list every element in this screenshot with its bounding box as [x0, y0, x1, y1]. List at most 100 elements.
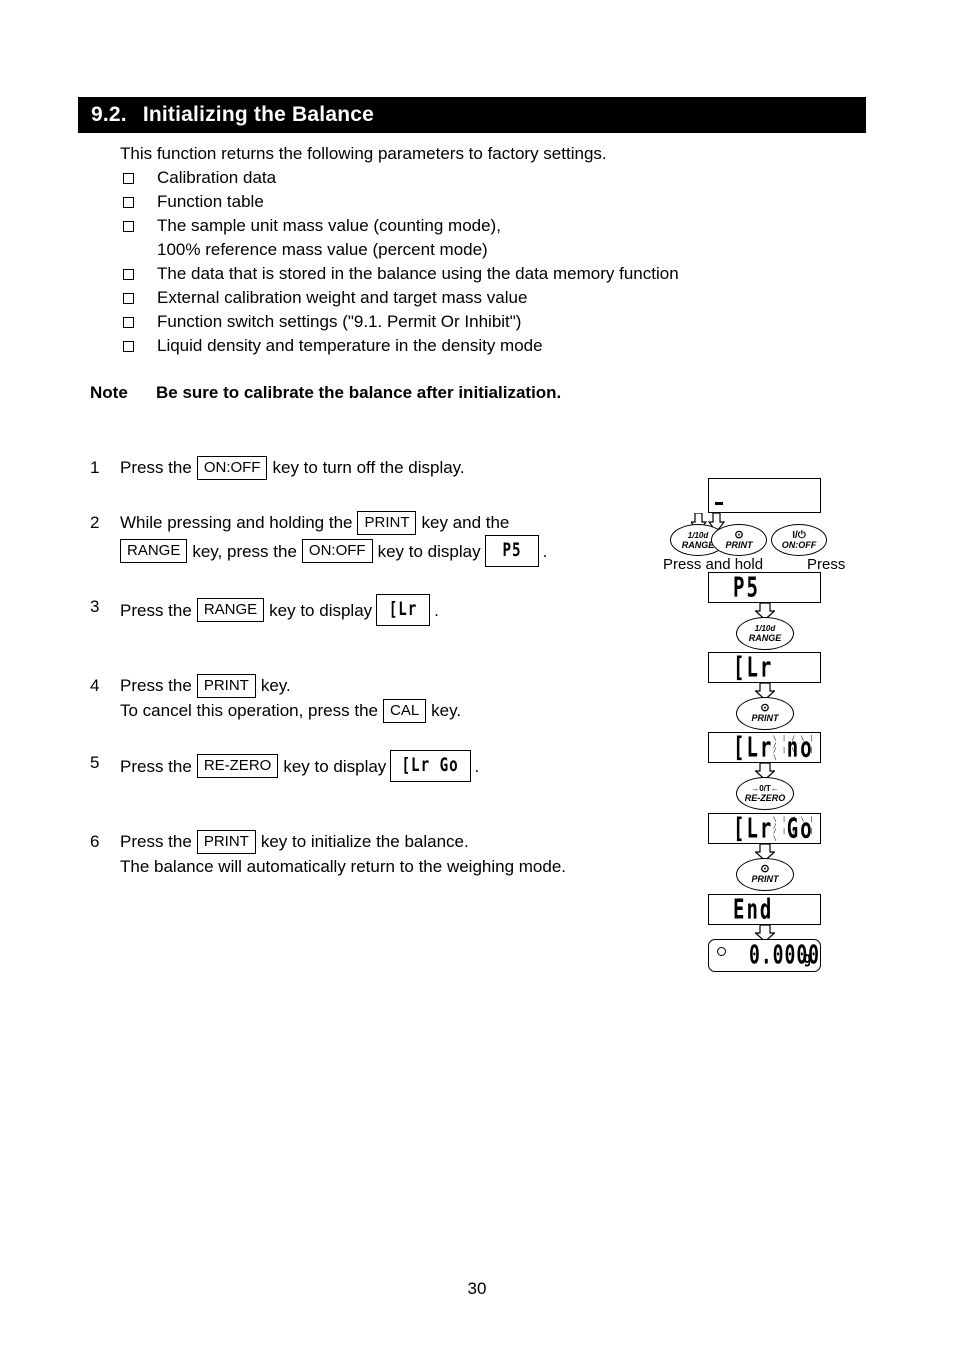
key-range[interactable]: RANGE	[196, 598, 265, 622]
step-text: key to turn off the display.	[272, 458, 465, 477]
section-header-bar: 9.2. Initializing the Balance	[78, 97, 866, 133]
list-item: Function switch settings ("9.1. Permit O…	[123, 310, 679, 334]
square-bullet-icon	[123, 221, 134, 232]
list-item-label: The data that is stored in the balance u…	[157, 264, 679, 283]
key-print-label: PRINT	[725, 539, 753, 550]
page-number: 30	[467, 1279, 487, 1298]
caption-press: Press	[807, 556, 846, 573]
display-panel-ps: P5	[708, 572, 821, 603]
display-panel-end: End	[708, 894, 821, 925]
stable-indicator-icon	[717, 947, 726, 956]
step-text: key, press the	[192, 541, 297, 561]
step-text: .	[434, 600, 439, 620]
display-panel-off	[708, 478, 821, 513]
key-rezero[interactable]: →0/T← RE-ZERO	[736, 777, 794, 810]
step-6: 6 Press the PRINT key to initialize the …	[90, 829, 670, 879]
key-onoff[interactable]: ON:OFF	[196, 455, 268, 480]
key-print[interactable]: ⊙ PRINT	[736, 858, 794, 891]
key-onoff-label: ON:OFF	[781, 539, 817, 550]
square-bullet-icon	[123, 341, 134, 352]
procedure-steps: 1 Press the ON:OFF key to turn off the d…	[90, 455, 670, 896]
key-print[interactable]: PRINT	[196, 829, 256, 854]
print-icon: ⊙	[760, 863, 770, 875]
print-icon: ⊙	[760, 702, 770, 714]
display-readout-ps: P5	[484, 535, 539, 567]
power-icon: I/⏻	[792, 529, 806, 541]
key-rezero[interactable]: RE-ZERO	[196, 754, 279, 778]
step-5: 5 Press the RE-ZERO key to display [Lr G…	[90, 750, 670, 782]
list-item-label: Function table	[157, 192, 264, 211]
step-text: Press the	[120, 832, 192, 851]
key-print-label: PRINT	[751, 713, 779, 723]
display-value: P5	[733, 571, 760, 604]
key-range-label: RANGE	[681, 539, 715, 550]
section-number: 9.2.	[91, 103, 127, 126]
intro-paragraph: This function returns the following para…	[120, 144, 607, 163]
step-2: 2 While pressing and holding the PRINT k…	[90, 510, 670, 567]
list-item: The data that is stored in the balance u…	[123, 262, 679, 286]
list-item: Calibration data	[123, 166, 679, 190]
step-text: While pressing and holding the	[120, 513, 353, 532]
key-print[interactable]: PRINT	[357, 510, 417, 535]
step-text: key.	[431, 701, 462, 720]
list-item: Function table	[123, 190, 679, 214]
list-item-label: External calibration weight and target m…	[157, 288, 528, 307]
note-text: Be sure to calibrate the balance after i…	[156, 383, 562, 402]
step-number: 6	[90, 832, 100, 851]
key-print[interactable]: ⊙ PRINT	[736, 697, 794, 730]
step-4: 4 Press the PRINT key. To cancel this op…	[90, 673, 670, 723]
document-page: 9.2. Initializing the Balance This funct…	[0, 0, 954, 1350]
square-bullet-icon	[123, 269, 134, 280]
key-print-label: PRINT	[751, 874, 779, 884]
display-unit: g	[803, 948, 811, 968]
list-item-line2: 100% reference mass value (percent mode)	[157, 240, 488, 259]
key-print[interactable]: ⊙ PRINT	[711, 524, 767, 556]
key-cal[interactable]: CAL	[382, 698, 427, 723]
step-text: Press the	[120, 756, 192, 776]
blink-indicator-icon: / | \ / | \	[773, 747, 815, 761]
list-item: The sample unit mass value (counting mod…	[123, 214, 679, 262]
step-text: .	[474, 756, 480, 776]
step-text: The balance will automatically return to…	[120, 857, 567, 876]
step-number: 2	[90, 513, 100, 532]
note-block: Note Be sure to calibrate the balance af…	[90, 383, 561, 403]
key-range[interactable]: RANGE	[120, 539, 188, 563]
key-onoff[interactable]: I/⏻ ON:OFF	[771, 524, 827, 556]
step-text: key.	[260, 676, 291, 695]
caption-press-and-hold: Press and hold	[663, 556, 764, 573]
key-onoff[interactable]: ON:OFF	[301, 539, 373, 563]
display-panel-clr-go: [Lr Go \ | / \ | / / | \ / | \	[708, 813, 821, 844]
step-number: 3	[90, 597, 100, 616]
list-item: External calibration weight and target m…	[123, 286, 679, 310]
list-item-label: Liquid density and temperature in the de…	[157, 336, 543, 355]
key-range-top-label: 1/10d	[754, 624, 776, 633]
display-panel-clr: [Lr	[708, 652, 821, 683]
key-range-label: RANGE	[748, 633, 782, 643]
list-item-label: Function switch settings ("9.1. Permit O…	[157, 312, 522, 331]
list-item-label: Calibration data	[157, 168, 277, 187]
step-3: 3 Press the RANGE key to display [Lr .	[90, 594, 670, 626]
key-rezero-label: RE-ZERO	[744, 793, 786, 803]
list-item-label: The sample unit mass value (counting mod…	[157, 214, 501, 262]
square-bullet-icon	[123, 317, 134, 328]
step-text: To cancel this operation, press the	[120, 701, 378, 720]
step-number: 5	[90, 753, 100, 772]
display-panel-weighing: 0.0000 g	[708, 939, 821, 972]
step-text: Press the	[120, 600, 192, 620]
blink-indicator-icon: / | \ / | \	[773, 828, 815, 842]
section-title: Initializing the Balance	[142, 103, 375, 126]
step-text: key to display	[377, 541, 481, 561]
display-panel-clr-no: [Lr no \ | / \ | / / | \ / | \	[708, 732, 821, 763]
step-text: key and the	[421, 513, 510, 532]
key-range[interactable]: 1/10d RANGE	[736, 617, 794, 650]
key-print[interactable]: PRINT	[196, 673, 256, 698]
print-icon: ⊙	[734, 528, 744, 541]
step-number: 4	[90, 676, 100, 695]
display-readout-clr: [Lr	[376, 594, 431, 626]
list-item-line1: The sample unit mass value (counting mod…	[157, 216, 501, 235]
step-number: 1	[90, 458, 100, 477]
step-text: Press the	[120, 676, 192, 695]
step-text: key to initialize the balance.	[260, 832, 469, 851]
display-value: End	[733, 893, 774, 926]
list-item: Liquid density and temperature in the de…	[123, 334, 679, 358]
